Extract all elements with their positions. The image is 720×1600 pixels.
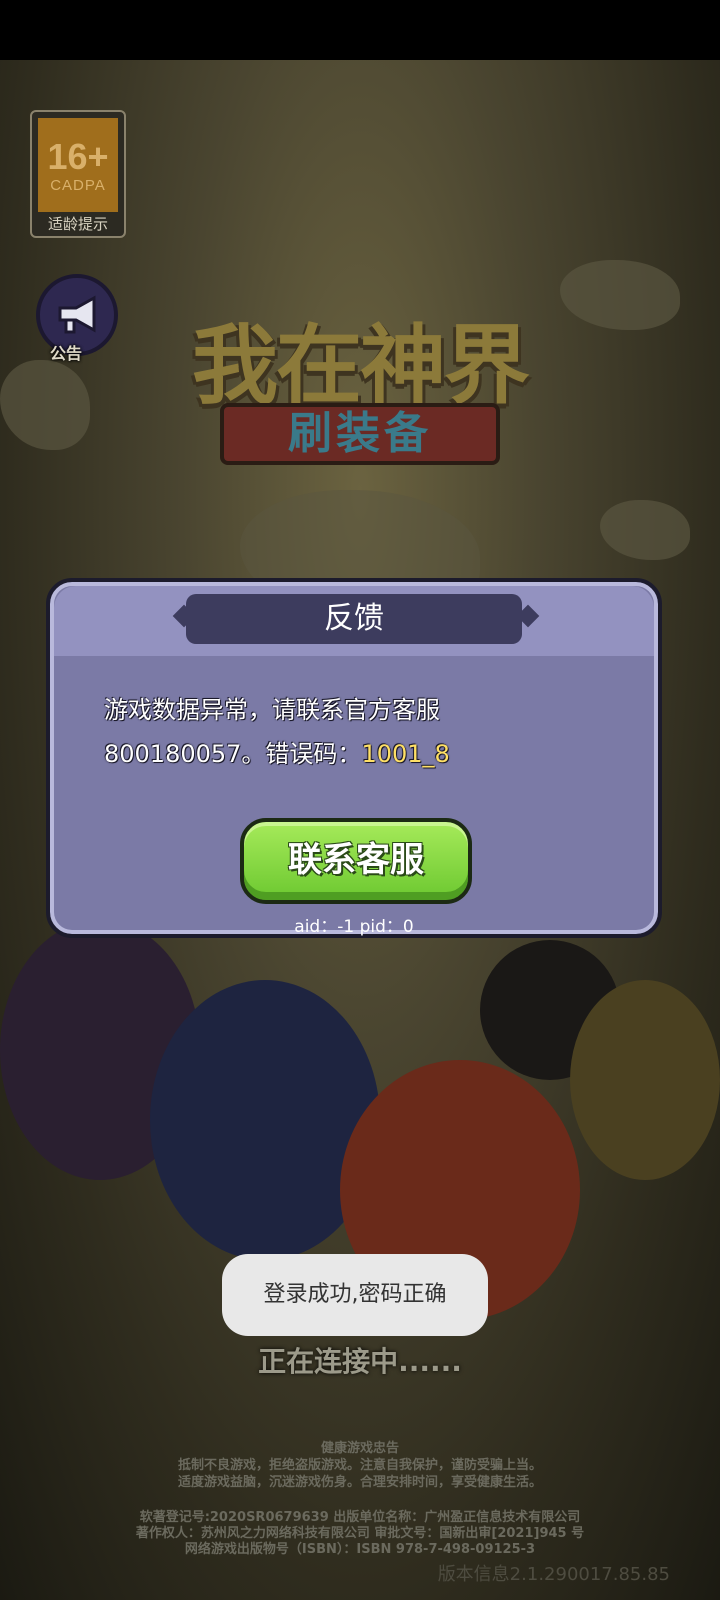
legal-info: 软著登记号:2020SR0679639 出版单位名称：广州盈正信息技术有限公司 … xyxy=(0,1510,720,1558)
age-rating-number: 16+ xyxy=(47,135,109,177)
health-notice-title: 健康游戏忠告 xyxy=(320,1441,399,1456)
error-code: 1001_8 xyxy=(361,740,450,768)
dialog-message-line2: 800180057。错误码：1001_8 xyxy=(104,732,624,776)
toast-message: 登录成功,密码正确 xyxy=(222,1254,488,1336)
age-rating-badge: 16+ CADPA 适龄提示 xyxy=(30,110,126,238)
legal-line3: 网络游戏出版物号（ISBN）：ISBN 978-7-498-09125-3 xyxy=(184,1542,536,1557)
health-notice-line2: 适度游戏益脑，沉迷游戏伤身。合理安排时间，享受健康生活。 xyxy=(177,1475,542,1490)
version-info: 版本信息2.1.290017.85.85 xyxy=(437,1564,670,1585)
dialog-message-line1: 游戏数据异常，请联系官方客服 xyxy=(104,696,440,724)
health-notice-line1: 抵制不良游戏，拒绝盗版游戏。注意自我保护，谨防受骗上当。 xyxy=(177,1458,542,1473)
dialog-title: 反馈 xyxy=(186,594,522,644)
legal-line1: 软著登记号:2020SR0679639 出版单位名称：广州盈正信息技术有限公司 xyxy=(139,1510,581,1525)
dialog-message: 游戏数据异常，请联系官方客服 800180057。错误码：1001_8 xyxy=(104,688,624,776)
notice-label[interactable]: 公告 xyxy=(50,340,82,364)
logo-title: 我在神界 xyxy=(192,316,530,416)
aid-pid-info: aid：-1 pid：0 xyxy=(294,917,414,937)
status-bar xyxy=(0,0,720,60)
megaphone-icon xyxy=(58,295,96,334)
age-rating-org: CADPA xyxy=(50,176,106,194)
connecting-status: 正在连接中...... xyxy=(258,1345,462,1378)
age-rating-label: 适龄提示 xyxy=(47,215,108,233)
dialog-message-prefix: 800180057。错误码： xyxy=(104,740,362,768)
game-logo: 我在神界 刷装备 xyxy=(130,225,590,485)
health-notice: 健康游戏忠告 抵制不良游戏，拒绝盗版游戏。注意自我保护，谨防受骗上当。 适度游戏… xyxy=(0,1440,720,1491)
contact-support-button[interactable]: 联系客服 xyxy=(240,818,472,904)
logo-subtitle: 刷装备 xyxy=(288,408,432,459)
feedback-dialog: 反馈 游戏数据异常，请联系官方客服 800180057。错误码：1001_8 联… xyxy=(46,578,662,938)
legal-line2: 著作权人：苏州风之力网络科技有限公司 审批文号：国新出审[2021]945 号 xyxy=(135,1526,585,1541)
